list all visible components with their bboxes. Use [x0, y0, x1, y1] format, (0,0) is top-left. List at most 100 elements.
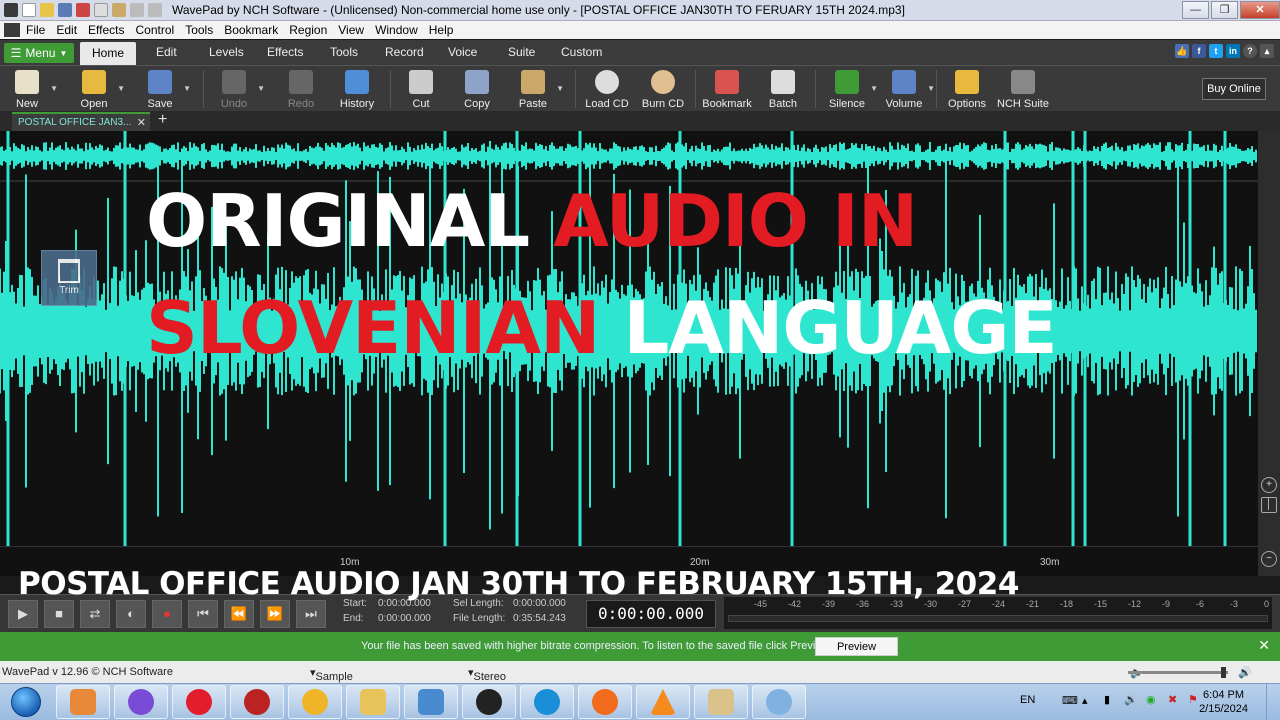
scrub-button[interactable]: ◐ — [116, 600, 146, 628]
chevron-down-icon[interactable]: ▼ — [257, 84, 265, 93]
close-icon[interactable]: ✕ — [137, 116, 146, 129]
app-icon[interactable] — [4, 3, 18, 17]
copy-button[interactable]: Copy — [450, 70, 504, 110]
taskbar-app-recorder[interactable] — [230, 685, 284, 719]
taskbar-app-network[interactable] — [404, 685, 458, 719]
volume-tray-icon[interactable]: 🔊 — [1124, 693, 1138, 706]
menu-window[interactable]: Window — [375, 23, 418, 37]
tray-arrow-icon[interactable]: ▴ — [1082, 694, 1088, 707]
taskbar-app-vlc[interactable] — [636, 685, 690, 719]
rewind-button[interactable]: ⏪ — [224, 600, 254, 628]
paste-button[interactable]: Paste ▼ — [506, 70, 564, 110]
tab-tools[interactable]: Tools — [330, 45, 358, 59]
volume-button[interactable]: Volume ▼ — [877, 70, 935, 110]
keyboard-icon[interactable]: ⌨ — [1062, 694, 1078, 707]
tab-voice[interactable]: Voice — [448, 45, 477, 59]
tab-levels[interactable]: Levels — [209, 45, 244, 59]
record-button[interactable]: ● — [152, 600, 182, 628]
taskbar-app-edge[interactable] — [520, 685, 574, 719]
tab-record[interactable]: Record — [385, 45, 424, 59]
buy-online-button[interactable]: Buy Online — [1202, 78, 1266, 100]
menu-file[interactable]: File — [26, 23, 45, 37]
save-button[interactable]: Save ▼ — [133, 70, 191, 110]
quick-save-icon[interactable] — [58, 3, 72, 17]
channels-dropdown[interactable]: ▾ Stereo — [468, 666, 506, 683]
tab-edit[interactable]: Edit — [156, 45, 177, 59]
chevron-down-icon[interactable]: ▼ — [117, 84, 125, 93]
menu-region[interactable]: Region — [289, 23, 327, 37]
preview-button[interactable]: Preview — [815, 637, 898, 656]
twitter-icon[interactable]: t — [1209, 44, 1223, 58]
fast-forward-button[interactable]: ⏩ — [260, 600, 290, 628]
stop-button[interactable]: ■ — [44, 600, 74, 628]
menu-view[interactable]: View — [338, 23, 364, 37]
cut-button[interactable]: Cut — [394, 70, 448, 110]
zoom-in-icon[interactable]: + — [1261, 477, 1277, 493]
close-icon[interactable]: ✕ — [1258, 637, 1270, 654]
chevron-down-icon[interactable]: ▼ — [927, 84, 935, 93]
taskbar-app-opera[interactable] — [172, 685, 226, 719]
taskbar-app-flower[interactable] — [288, 685, 342, 719]
like-icon[interactable]: 👍 — [1175, 44, 1189, 58]
history-button[interactable]: History — [330, 70, 384, 110]
zoom-slider[interactable]: │ — [1261, 497, 1277, 513]
end-value[interactable]: 0:00:00.000 — [378, 613, 431, 624]
master-volume-knob[interactable] — [1221, 667, 1226, 678]
taskbar-app-converter[interactable] — [578, 685, 632, 719]
alert-icon[interactable]: ⚑ — [1188, 693, 1198, 706]
menu-effects[interactable]: Effects — [88, 23, 124, 37]
sample-rate-dropdown[interactable]: ▾ Sample Rate: 44100 — [310, 666, 353, 707]
tab-suite[interactable]: Suite — [508, 45, 535, 59]
show-desktop-button[interactable] — [1266, 684, 1280, 720]
quick-open-icon[interactable] — [40, 3, 54, 17]
taskbar-app-explorer[interactable] — [346, 685, 400, 719]
ribbon-collapse-icon[interactable]: ▴ — [1260, 44, 1274, 58]
help-icon[interactable]: ? — [1243, 44, 1257, 58]
trim-button[interactable]: Trim — [41, 250, 97, 306]
chevron-down-icon[interactable]: ▼ — [183, 84, 191, 93]
taskbar-app-paint[interactable] — [752, 685, 806, 719]
master-volume-slider[interactable] — [1128, 671, 1228, 674]
burn-cd-button[interactable]: Burn CD — [636, 70, 690, 110]
facebook-icon[interactable]: f — [1192, 44, 1206, 58]
wifi-icon[interactable]: ◉ — [1146, 693, 1156, 706]
play-button[interactable]: ▶ — [8, 600, 38, 628]
bookmark-button[interactable]: Bookmark — [700, 70, 754, 110]
linkedin-icon[interactable]: in — [1226, 44, 1240, 58]
tab-home[interactable]: Home — [80, 42, 137, 65]
silence-button[interactable]: Silence ▼ — [820, 70, 878, 110]
security-icon[interactable]: ✖ — [1168, 693, 1177, 706]
quick-paste-icon[interactable] — [112, 3, 126, 17]
file-tab[interactable]: POSTAL OFFICE JAN3... ✕ — [12, 112, 150, 131]
chevron-down-icon[interactable]: ▼ — [50, 84, 58, 93]
quick-redo-icon[interactable] — [148, 3, 162, 17]
zoom-out-icon[interactable]: − — [1261, 551, 1277, 567]
taskbar-app-media-player[interactable] — [56, 685, 110, 719]
tab-custom[interactable]: Custom — [561, 45, 602, 59]
language-indicator[interactable]: EN — [1020, 694, 1035, 706]
nch-suite-button[interactable]: NCH Suite — [996, 70, 1050, 110]
quick-new-icon[interactable] — [22, 3, 36, 17]
menu-bookmark[interactable]: Bookmark — [224, 23, 278, 37]
maximize-button[interactable]: ❐ — [1211, 1, 1238, 19]
menu-edit[interactable]: Edit — [56, 23, 77, 37]
start-button[interactable] — [4, 685, 48, 719]
redo-button[interactable]: Redo — [274, 70, 328, 110]
options-button[interactable]: Options — [940, 70, 994, 110]
quick-cut-icon[interactable] — [76, 3, 90, 17]
taskbar-app-obs[interactable] — [462, 685, 516, 719]
batch-button[interactable]: Batch — [756, 70, 810, 110]
menu-control[interactable]: Control — [136, 23, 175, 37]
main-menu-button[interactable]: ☰ Menu ▼ — [4, 43, 74, 63]
signal-icon[interactable]: ▮ — [1104, 693, 1110, 706]
skip-start-button[interactable]: ⏮ — [188, 600, 218, 628]
tab-effects[interactable]: Effects — [267, 45, 303, 59]
open-button[interactable]: Open ▼ — [67, 70, 125, 110]
undo-button[interactable]: Undo ▼ — [207, 70, 265, 110]
taskbar-app-browser-1[interactable] — [114, 685, 168, 719]
minimize-button[interactable]: — — [1182, 1, 1209, 19]
menu-help[interactable]: Help — [429, 23, 454, 37]
taskbar-app-wavepad[interactable] — [694, 685, 748, 719]
chevron-down-icon[interactable]: ▼ — [556, 84, 564, 93]
load-cd-button[interactable]: Load CD — [580, 70, 634, 110]
